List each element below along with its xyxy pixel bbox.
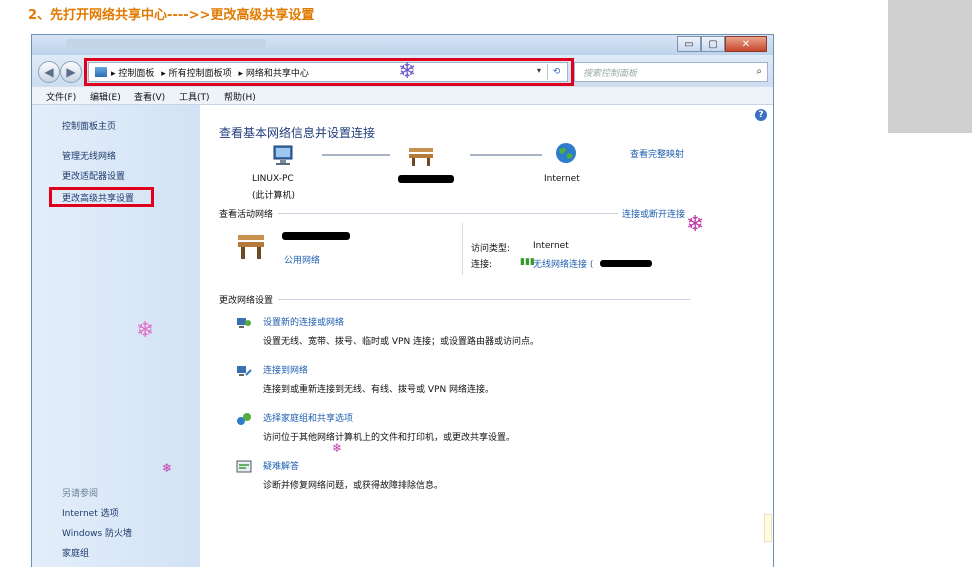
menu-bar: 文件(F) 编辑(E) 查看(V) 工具(T) 帮助(H) (32, 87, 773, 105)
menu-edit[interactable]: 编辑(E) (90, 90, 121, 103)
change-section-divider (278, 299, 690, 300)
task-setup-connection-desc: 设置无线、宽带、拨号、临时或 VPN 连接；或设置路由器或访问点。 (263, 337, 540, 347)
task-troubleshoot[interactable]: 疑难解答 (263, 459, 299, 472)
network-info-divider (462, 223, 463, 275)
menu-view[interactable]: 查看(V) (134, 90, 165, 103)
connect-disconnect-link[interactable]: 连接或断开连接 (622, 207, 685, 220)
sidebar: 控制面板主页 管理无线网络 更改适配器设置 更改高级共享设置 另请参阅 Inte… (32, 105, 200, 567)
redacted-connection-name (600, 260, 652, 267)
access-type-value: Internet (533, 241, 569, 251)
troubleshoot-icon (236, 460, 252, 473)
sidebar-highlight-box (49, 187, 154, 207)
connect-network-icon (237, 366, 252, 376)
snowflake-icon: ❄ (332, 441, 343, 455)
main-panel: ? 查看基本网络信息并设置连接 查看完整映射 LINUX-PC (此计算机) I… (200, 105, 773, 567)
active-section-divider (278, 213, 618, 214)
address-highlight-box (84, 58, 574, 86)
menu-tools[interactable]: 工具(T) (179, 90, 210, 103)
search-placeholder: 搜索控制面板 (583, 69, 638, 79)
snowflake-icon: ❄ (398, 59, 417, 84)
access-type-label: 访问类型: (471, 244, 511, 254)
redacted-active-network (282, 232, 350, 240)
task-troubleshoot-desc: 诊断并修复网络问题，或获得故障排除信息。 (263, 481, 444, 491)
menu-help[interactable]: 帮助(H) (224, 90, 256, 103)
menu-file[interactable]: 文件(F) (46, 90, 76, 103)
task-homegroup-sharing[interactable]: 选择家庭组和共享选项 (263, 411, 353, 424)
task-connect-network[interactable]: 连接到网络 (263, 363, 308, 376)
snowflake-icon: ❄ (686, 212, 705, 237)
redacted-network-name (398, 175, 454, 183)
network-link-line-1 (322, 154, 390, 156)
maximize-button[interactable]: ▢ (701, 36, 725, 52)
page-root: 2、先打开网络共享中心---->>更改高级共享设置 ▭ ▢ ✕ ◀ ▶ ▸ 控制… (0, 0, 972, 567)
wireless-connection-link[interactable]: 无线网络连接 ( (533, 257, 593, 270)
blurred-title (66, 39, 266, 48)
sidebar-item-manage-wireless[interactable]: 管理无线网络 (62, 149, 116, 162)
internet-label: Internet (544, 174, 580, 184)
minimize-button[interactable]: ▭ (677, 36, 701, 52)
pc-sub-label: (此计算机) (252, 191, 296, 201)
sidebar-item-adapter-settings[interactable]: 更改适配器设置 (62, 169, 125, 182)
setup-connection-icon (237, 318, 251, 328)
network-bench-icon (409, 148, 433, 166)
snowflake-icon: ❄ (136, 318, 155, 343)
active-networks-title: 查看活动网络 (219, 210, 274, 220)
help-icon[interactable]: ? (755, 109, 767, 121)
search-input[interactable]: 搜索控制面板 ⌕ (574, 62, 768, 82)
control-panel-window: ▭ ▢ ✕ ◀ ▶ ▸ 控制面板 ▸ 所有控制面板项 ▸ 网络和共享中心 ▾ ⟲… (31, 34, 774, 567)
task-homegroup-sharing-desc: 访问位于其他网络计算机上的文件和打印机，或更改共享设置。 (263, 433, 516, 443)
gray-side-panel (888, 0, 972, 133)
computer-icon (273, 145, 293, 165)
homegroup-icon (237, 413, 251, 425)
public-network-link[interactable]: 公用网络 (284, 253, 320, 266)
network-link-line-2 (470, 154, 542, 156)
connection-label: 连接: (471, 260, 493, 270)
back-button[interactable]: ◀ (38, 61, 60, 83)
window-buttons: ▭ ▢ ✕ (677, 36, 767, 52)
scrollbar[interactable] (764, 514, 772, 542)
task-setup-connection[interactable]: 设置新的连接或网络 (263, 315, 344, 328)
search-icon[interactable]: ⌕ (756, 66, 762, 77)
see-also-title: 另请参阅 (62, 489, 99, 499)
title-bar[interactable]: ▭ ▢ ✕ (32, 35, 773, 55)
pc-name-label: LINUX-PC (252, 174, 294, 184)
sidebar-item-firewall[interactable]: Windows 防火墙 (62, 526, 132, 539)
forward-button[interactable]: ▶ (60, 61, 82, 83)
snowflake-icon: ❄ (162, 461, 173, 475)
caption-title: 2、先打开网络共享中心---->>更改高级共享设置 (28, 8, 315, 23)
sidebar-item-internet-options[interactable]: Internet 选项 (62, 506, 119, 519)
page-title: 查看基本网络信息并设置连接 (219, 126, 376, 140)
sidebar-item-homegroup[interactable]: 家庭组 (62, 546, 89, 559)
task-connect-network-desc: 连接到或重新连接到无线、有线、拨号或 VPN 网络连接。 (263, 385, 495, 395)
close-button[interactable]: ✕ (725, 36, 767, 52)
internet-globe-icon (556, 143, 576, 163)
view-full-map-link[interactable]: 查看完整映射 (630, 147, 684, 160)
change-settings-title: 更改网络设置 (219, 296, 274, 306)
sidebar-item-home[interactable]: 控制面板主页 (62, 119, 116, 132)
network-bench-icon-large (238, 235, 264, 259)
